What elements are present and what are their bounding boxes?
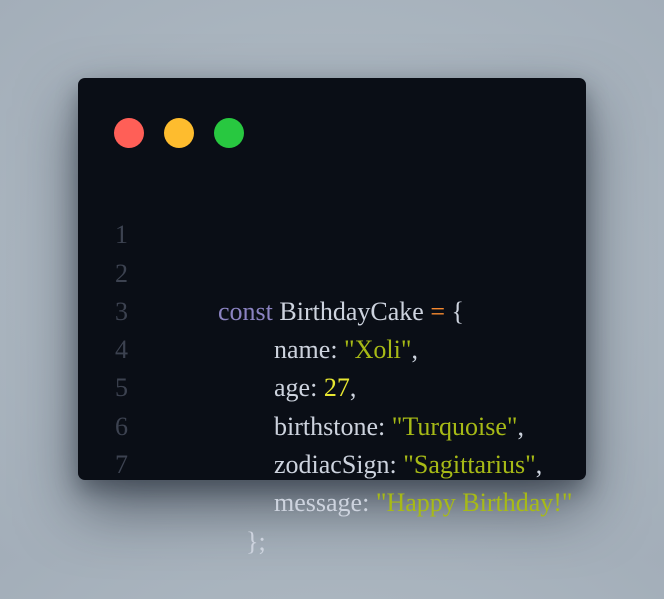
- code-token: :: [362, 488, 376, 518]
- code-token: };: [246, 526, 266, 556]
- maximize-window-button[interactable]: [214, 118, 244, 148]
- minimize-window-button[interactable]: [164, 118, 194, 148]
- line-content: message: "Happy Birthday!": [222, 446, 573, 561]
- line-number: 7: [115, 450, 128, 480]
- code-window: 1 const BirthdayCake = { 2 name: "Xoli",…: [78, 78, 586, 556]
- line-content: };: [194, 484, 266, 599]
- code-line: 3 age: 27,: [78, 255, 586, 403]
- code-line: 4 birthstone: "Turquoise",: [78, 293, 586, 441]
- code-line: 7 };: [78, 408, 586, 556]
- code-token: message: [274, 488, 363, 518]
- code-line: 6 message: "Happy Birthday!": [78, 369, 586, 518]
- code-line: 5 zodiacSign: "Sagittarius",: [78, 331, 586, 479]
- code-line: 2 name: "Xoli",: [78, 216, 586, 365]
- close-window-button[interactable]: [114, 118, 144, 148]
- code-block: 1 const BirthdayCake = { 2 name: "Xoli",…: [78, 178, 586, 556]
- background: { "colors": { "window_bg": "#0a0e16", "d…: [0, 0, 664, 558]
- code-line: 1 const BirthdayCake = {: [78, 178, 586, 326]
- code-token: "Happy Birthday!": [375, 488, 573, 518]
